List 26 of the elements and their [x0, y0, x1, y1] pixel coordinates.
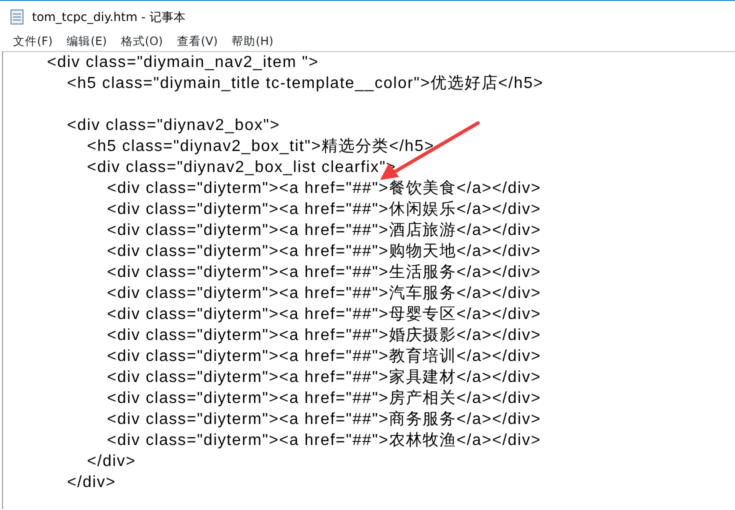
code-line: <h5 class="diynav2_box_tit">精选分类</h5>	[87, 136, 435, 157]
menu-item[interactable]: 查看(V)	[170, 32, 225, 50]
code-line: <div class="diyterm"><a href="##">休闲娱乐</a></div>	[107, 200, 542, 220]
code-line: <div class="diyterm"><a href="##">生活服务</a></div>	[107, 262, 542, 283]
code-line: <div class="diyterm"><a href="##">家具建材</a></div>	[107, 368, 542, 388]
code-line: <div class="diymain_nav2_item ">	[47, 53, 319, 73]
window-title: tom_tcpc_diy.htm - 记事本	[32, 8, 186, 26]
code-line: <div class="diyterm"><a href="##">母婴专区</a></div>	[107, 304, 542, 325]
code-line: <div class="diyterm"><a href="##">购物天地</a></div>	[107, 242, 542, 262]
code-line: <h5 class="diymain_title tc-template__color">优选好店</h5>	[67, 74, 544, 94]
code-line: <div class="diyterm"><a href="##">房产相关</a></div>	[107, 388, 542, 409]
code-line: <div class="diyterm"><a href="##">商务服务</a></div>	[107, 410, 542, 430]
menu-item[interactable]: 编辑(E)	[60, 32, 114, 50]
code-line: <div class="diyterm"><a href="##">农林牧渔</a></div>	[107, 430, 542, 451]
code-line: <div class="diyterm"><a href="##">婚庆摄影</a></div>	[107, 326, 542, 346]
code-line: <div class="diynav2_box">	[67, 116, 280, 136]
menu-item[interactable]: 帮助(H)	[224, 32, 280, 50]
code-line: </div>	[87, 452, 136, 472]
code-line: <div class="diyterm"><a href="##">汽车服务</a></div>	[107, 284, 542, 304]
menu-item[interactable]: 格式(O)	[114, 32, 170, 50]
menu-item[interactable]: 文件(F)	[6, 32, 60, 50]
code-line: <div class="diyterm"><a href="##">教育培训</a></div>	[107, 346, 542, 367]
code-line: </div>	[67, 473, 116, 493]
code-line: <div class="diyterm"><a href="##">酒店旅游</a></div>	[107, 220, 542, 241]
notepad-icon	[10, 8, 24, 24]
code-line: <div class="diyterm"><a href="##">餐饮美食</a></div>	[107, 178, 542, 199]
